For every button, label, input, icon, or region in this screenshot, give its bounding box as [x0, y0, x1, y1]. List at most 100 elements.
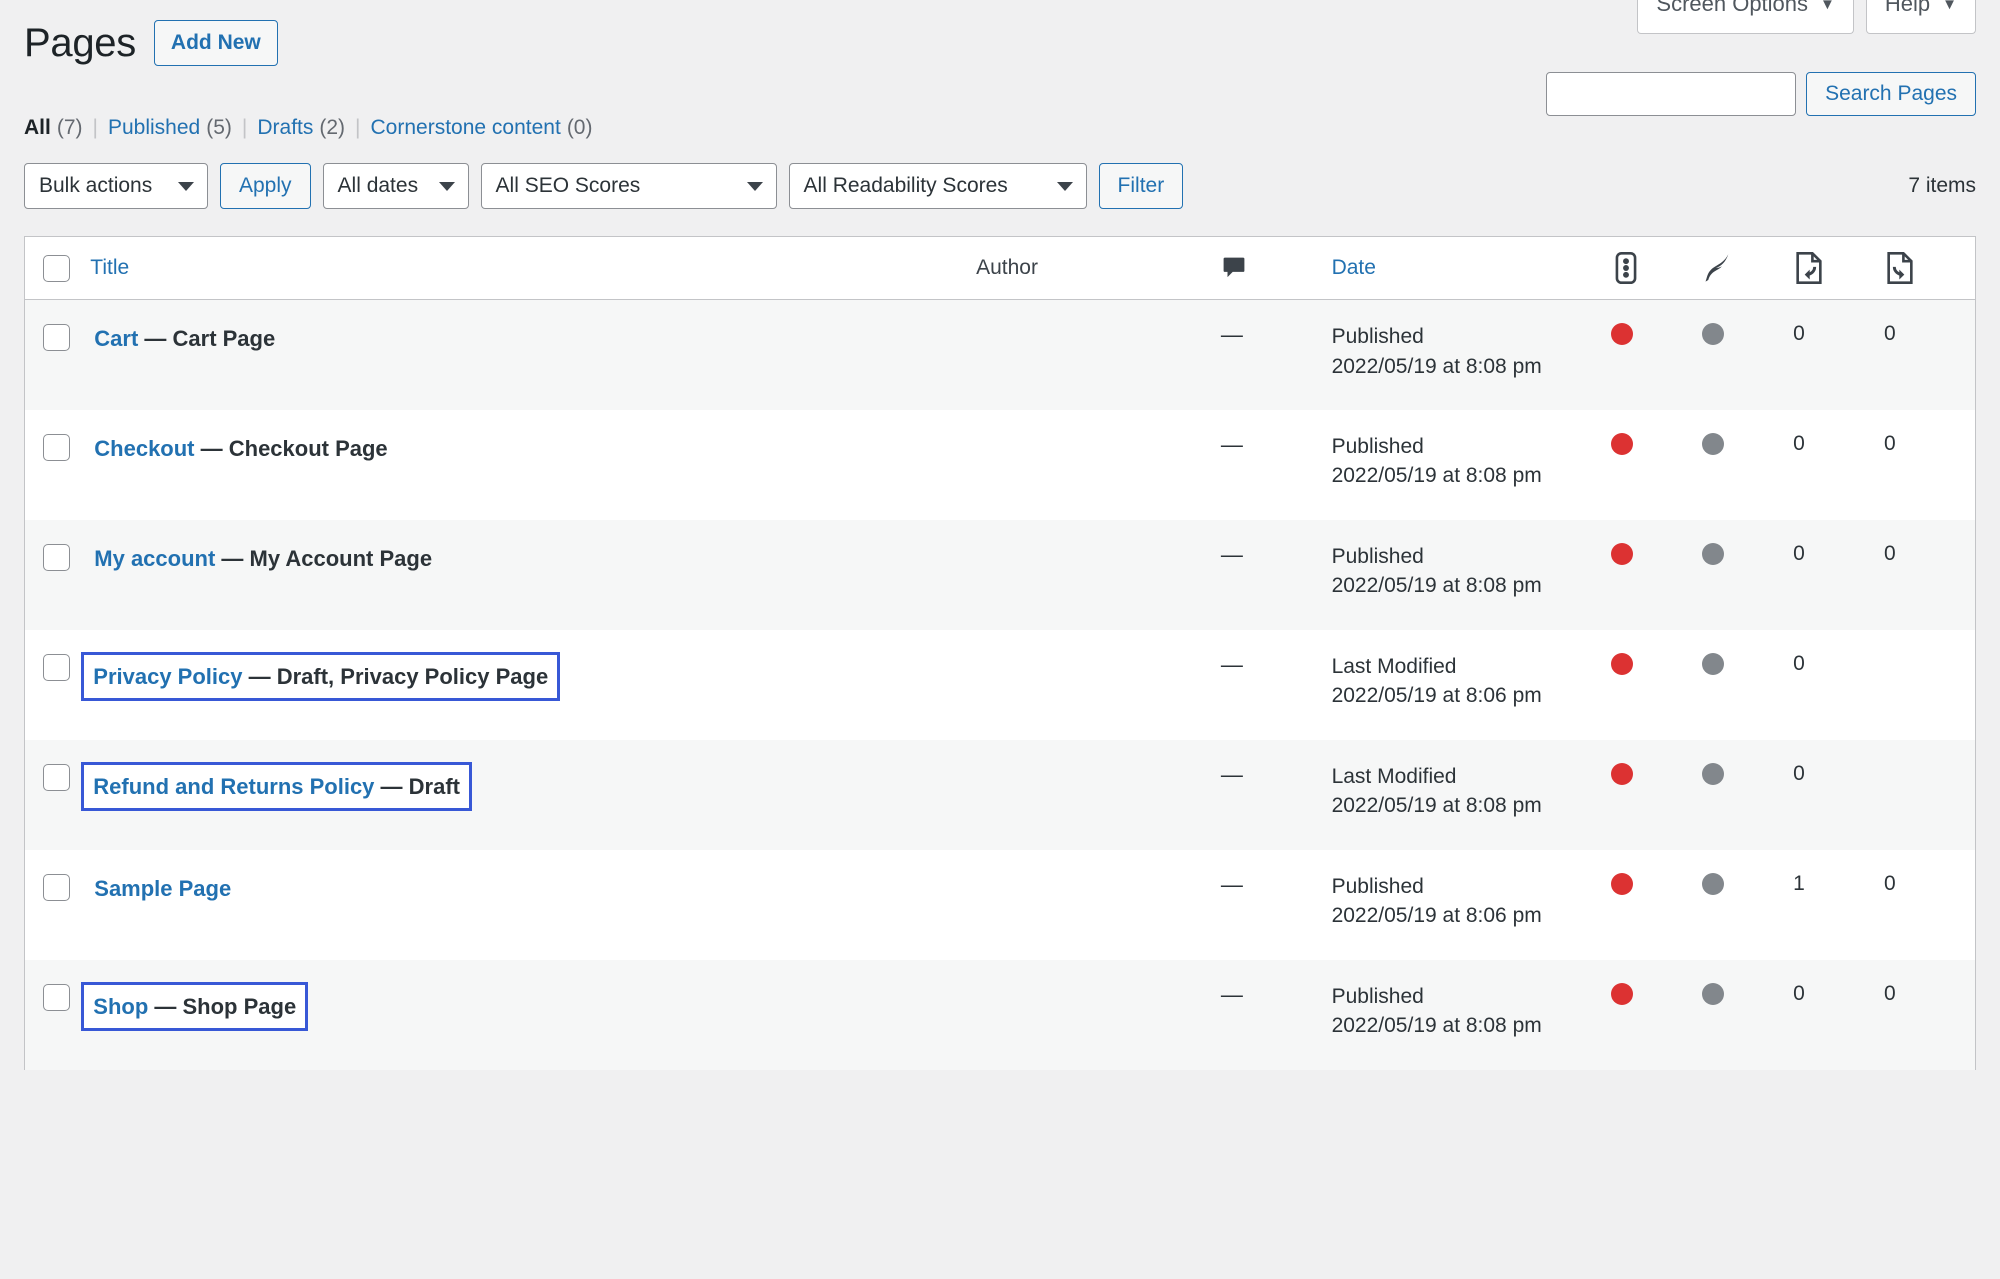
row-checkbox[interactable] [43, 324, 70, 351]
outgoing-links-icon[interactable] [1884, 251, 1916, 285]
row-select-cell [25, 410, 90, 520]
search-input[interactable] [1546, 72, 1797, 116]
row-seo-score-cell[interactable] [1611, 630, 1702, 740]
row-author-cell [976, 520, 1221, 630]
row-readability-score-cell[interactable] [1702, 300, 1793, 410]
readability-score-dot[interactable] [1702, 323, 1725, 346]
row-checkbox[interactable] [43, 653, 70, 681]
seo-score-dot[interactable] [1611, 982, 1634, 1005]
comment-count: — [1220, 761, 1243, 787]
table-row[interactable]: My account — My Account Page — Published 20… [25, 519, 1975, 630]
page-title-link[interactable]: My account [94, 546, 215, 571]
search-pages-button[interactable]: Search Pages [1806, 72, 1976, 116]
date-value: Published 2022/05/19 at 8:08 pm [1332, 982, 1612, 1042]
status-link-published-label[interactable]: Published [108, 116, 200, 140]
readability-score-dot[interactable] [1702, 432, 1725, 455]
seo-score-dot[interactable] [1611, 323, 1634, 346]
page-title-link[interactable]: Cart [94, 326, 138, 351]
date-status: Published [1331, 874, 1424, 898]
status-link-cornerstone-label[interactable]: Cornerstone content [371, 116, 561, 140]
screen-options-button[interactable]: Screen Options ▼ [1637, 0, 1854, 34]
row-title-highlighted[interactable]: Privacy Policy — Draft, Privacy Policy P… [81, 651, 561, 702]
incoming-links-icon[interactable] [1793, 251, 1825, 285]
row-title-highlighted[interactable]: Shop — Shop Page [81, 981, 309, 1032]
table-row[interactable]: Privacy Policy — Draft, Privacy Policy P… [25, 629, 1975, 740]
readability-score-dot[interactable] [1702, 982, 1725, 1005]
filter-button[interactable]: Filter [1098, 163, 1184, 209]
seo-scores-select[interactable]: All SEO Scores [480, 163, 777, 209]
all-dates-select[interactable]: All dates [322, 163, 469, 209]
apply-button[interactable]: Apply [220, 163, 311, 209]
date-sort-link[interactable]: Date [1332, 256, 1376, 279]
table-row[interactable]: Checkout — Checkout Page — Published 2022/0… [25, 409, 1975, 520]
readability-score-dot[interactable] [1702, 542, 1725, 565]
row-checkbox[interactable] [43, 763, 70, 791]
readability-score-dot[interactable] [1702, 762, 1725, 785]
seo-score-dot[interactable] [1611, 432, 1634, 455]
table-row[interactable]: Shop — Shop Page — Published 2022/05/19 at … [25, 959, 1975, 1070]
title-sort-link[interactable]: Title [90, 256, 129, 279]
page-title-suffix: — Checkout Page [194, 435, 388, 461]
page-title-link[interactable]: Sample Page [94, 876, 231, 901]
table-row[interactable]: Sample Page — Published 2022/05/19 at 8:06 … [25, 849, 1975, 960]
row-checkbox[interactable] [43, 983, 70, 1011]
row-seo-score-cell[interactable] [1611, 850, 1702, 960]
row-title-highlighted[interactable]: Refund and Returns Policy — Draft [81, 761, 472, 812]
row-comments-cell: — [1221, 520, 1332, 630]
row-checkbox[interactable] [43, 873, 70, 901]
readability-score-dot[interactable] [1702, 872, 1725, 895]
seo-score-dot[interactable] [1611, 762, 1634, 785]
bulk-actions-select[interactable]: Bulk actions [24, 163, 208, 209]
row-seo-score-cell[interactable] [1611, 960, 1702, 1070]
table-row[interactable]: Refund and Returns Policy — Draft — Last M… [25, 739, 1975, 850]
page-title-link[interactable]: Checkout [94, 436, 194, 461]
row-author-cell [976, 300, 1221, 410]
seo-traffic-light-icon[interactable] [1611, 251, 1641, 285]
status-link-all: All (7) [24, 116, 83, 140]
seo-score-dot[interactable] [1611, 652, 1634, 675]
row-title[interactable]: Checkout — Checkout Page [90, 432, 391, 466]
page-title-suffix: — Draft, Privacy Policy Page [242, 663, 549, 689]
row-checkbox[interactable] [43, 543, 70, 571]
table-row[interactable]: Cart — Cart Page — Published 2022/05/19 at … [25, 299, 1975, 410]
row-seo-score-cell[interactable] [1611, 410, 1702, 520]
seo-score-dot[interactable] [1611, 872, 1634, 895]
page-title-link[interactable]: Shop [93, 994, 148, 1019]
readability-score-column-header [1702, 237, 1794, 300]
seo-scores-value: All SEO Scores [495, 174, 641, 197]
row-checkbox[interactable] [43, 433, 70, 461]
row-title[interactable]: My account — My Account Page [90, 542, 436, 576]
row-seo-score-cell[interactable] [1611, 520, 1702, 630]
row-comments-cell: — [1221, 630, 1332, 740]
row-readability-score-cell[interactable] [1702, 520, 1793, 630]
page-title-link[interactable]: Privacy Policy [93, 664, 242, 689]
add-new-button[interactable]: Add New [153, 20, 278, 67]
row-outbound-links-cell: 0 [1884, 541, 1896, 565]
status-separator: | [92, 116, 98, 139]
row-title[interactable]: Cart — Cart Page [90, 322, 279, 356]
row-outbound-links-cell: 0 [1884, 871, 1896, 895]
readability-feather-icon[interactable] [1702, 251, 1734, 285]
row-readability-score-cell[interactable] [1702, 630, 1793, 740]
readability-scores-value: All Readability Scores [803, 174, 1008, 197]
help-button[interactable]: Help ▼ [1865, 0, 1976, 34]
status-link-all-label[interactable]: All [24, 116, 51, 140]
seo-score-dot[interactable] [1611, 542, 1634, 565]
readability-scores-select[interactable]: All Readability Scores [788, 163, 1087, 209]
page-title-link[interactable]: Refund and Returns Policy [93, 774, 374, 799]
row-readability-score-cell[interactable] [1702, 410, 1793, 520]
date-column-header: Date [1331, 237, 1612, 300]
date-timestamp: 2022/05/19 at 8:08 pm [1331, 574, 1542, 598]
pages-table: Title Author Date Cart — Cart Page — Pub… [25, 237, 1975, 1070]
comment-bubble-icon[interactable] [1221, 255, 1247, 281]
row-title[interactable]: Sample Page [90, 872, 235, 906]
row-readability-score-cell[interactable] [1702, 740, 1793, 850]
row-seo-score-cell[interactable] [1611, 300, 1702, 410]
row-readability-score-cell[interactable] [1702, 960, 1793, 1070]
status-link-drafts-label[interactable]: Drafts [257, 116, 313, 140]
row-seo-score-cell[interactable] [1611, 740, 1702, 850]
readability-score-dot[interactable] [1702, 652, 1725, 675]
row-readability-score-cell[interactable] [1702, 850, 1793, 960]
select-all-checkbox[interactable] [43, 254, 70, 282]
row-outbound-links-cell: 0 [1884, 981, 1896, 1005]
